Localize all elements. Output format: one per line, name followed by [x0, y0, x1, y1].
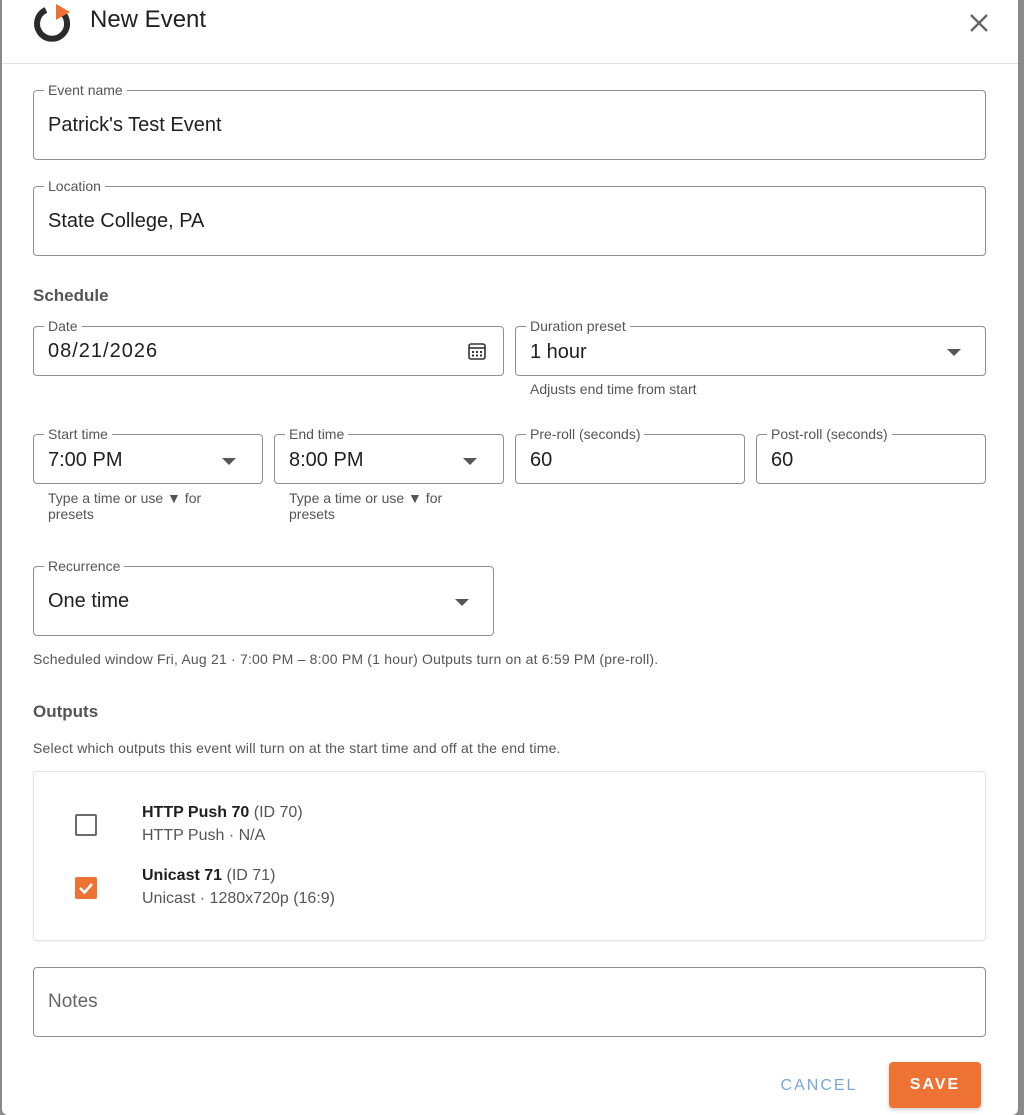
output-id: (ID 71) [226, 867, 276, 884]
post-roll-value: 60 [771, 449, 794, 471]
start-time-field[interactable]: Start time 7:00 PM [33, 425, 263, 484]
event-name-value: Patrick's Test Event [48, 114, 222, 136]
end-time-helper-text: Type a time or use ▼ for presets [289, 490, 443, 522]
end-time-label: End time [285, 425, 349, 443]
end-time-field[interactable]: End time 8:00 PM [274, 425, 504, 484]
start-time-helper-text: Type a time or use ▼ for presets [48, 490, 202, 522]
recurrence-select[interactable]: Recurrence One time [33, 557, 494, 636]
output-name-text: Unicast 71 [142, 867, 223, 884]
output-checkbox-unicast-71[interactable] [75, 877, 97, 899]
power-play-logo [34, 4, 71, 42]
start-time-value: 7:00 PM [48, 449, 123, 471]
location-field[interactable]: Location State College, PA [33, 177, 986, 256]
pre-roll-value: 60 [530, 449, 553, 471]
new-event-dialog: New Event Event name Patrick's Test Even… [2, 0, 1018, 1115]
schedule-heading: Schedule [33, 286, 109, 305]
date-value: 08/21/2026 [48, 340, 159, 362]
recurrence-label: Recurrence [44, 557, 125, 575]
chevron-down-icon [455, 599, 469, 606]
recurrence-value: One time [48, 590, 130, 612]
start-time-label: Start time [44, 425, 112, 443]
output-name-text: HTTP Push 70 [142, 804, 250, 821]
end-time-value: 8:00 PM [289, 449, 364, 471]
date-field[interactable]: Date 08/21/2026 [33, 317, 504, 376]
duration-preset-label: Duration preset [526, 317, 630, 335]
close-icon[interactable] [966, 10, 992, 36]
dialog-header: New Event [2, 0, 1018, 64]
date-label: Date [44, 317, 82, 335]
output-checkbox-http-push-70[interactable] [75, 814, 97, 836]
chevron-down-icon [947, 349, 961, 356]
outputs-description: Select which outputs this event will tur… [33, 740, 561, 756]
pre-roll-label: Pre-roll (seconds) [526, 425, 645, 443]
outputs-list: HTTP Push 70 (ID 70) HTTP Push · N/A Uni… [33, 771, 986, 941]
location-label: Location [44, 177, 105, 195]
output-name: Unicast 71 (ID 71) [142, 867, 275, 885]
location-value: State College, PA [48, 210, 205, 232]
outputs-heading: Outputs [33, 702, 99, 721]
output-detail: HTTP Push · N/A [142, 827, 266, 844]
calendar-icon[interactable] [467, 341, 487, 361]
schedule-summary: Scheduled window Fri, Aug 21 · 7:00 PM –… [33, 651, 659, 667]
duration-helper-text: Adjusts end time from start [530, 381, 697, 397]
save-button[interactable]: SAVE [889, 1062, 981, 1108]
chevron-down-icon[interactable] [463, 458, 477, 465]
duration-preset-select[interactable]: Duration preset 1 hour [515, 317, 986, 376]
notes-field[interactable]: Notes [33, 967, 986, 1037]
pre-roll-field[interactable]: Pre-roll (seconds) 60 [515, 425, 745, 484]
checkmark-icon [79, 883, 93, 895]
output-name: HTTP Push 70 (ID 70) [142, 804, 303, 822]
event-name-label: Event name [44, 81, 127, 99]
post-roll-field[interactable]: Post-roll (seconds) 60 [756, 425, 986, 484]
cancel-button[interactable]: CANCEL [764, 1064, 874, 1108]
output-id: (ID 70) [253, 804, 303, 821]
notes-placeholder: Notes [48, 991, 98, 1012]
dialog-title: New Event [90, 6, 207, 33]
chevron-down-icon[interactable] [222, 458, 236, 465]
event-name-field[interactable]: Event name Patrick's Test Event [33, 81, 986, 160]
post-roll-label: Post-roll (seconds) [767, 425, 892, 443]
output-detail: Unicast · 1280x720p (16:9) [142, 890, 335, 907]
duration-preset-value: 1 hour [530, 341, 587, 363]
